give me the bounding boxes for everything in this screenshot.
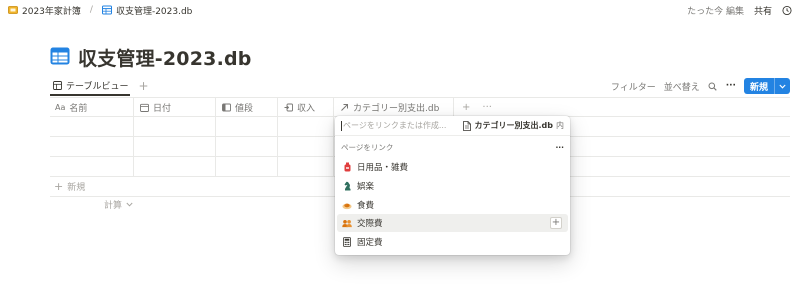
tab-table-view[interactable]: テーブルビュー <box>50 76 131 96</box>
name-cell[interactable] <box>50 117 134 136</box>
price-cell[interactable] <box>216 117 278 136</box>
text-cursor <box>341 120 342 131</box>
share-button[interactable]: 共有 <box>754 4 772 17</box>
column-header-label: 名前 <box>69 103 88 114</box>
column-header-price[interactable]: 値段 <box>216 98 278 116</box>
clock-icon[interactable] <box>782 5 792 15</box>
breadcrumb: 2023年家計簿 / 収支管理-2023.db <box>8 4 192 17</box>
price-cell[interactable] <box>216 137 278 156</box>
calculate-button[interactable]: 計算 <box>104 198 134 211</box>
ledger-book-icon <box>8 5 18 15</box>
property-more-button[interactable]: ··· <box>482 102 492 113</box>
link-page-popup: カテゴリー別支出.db 内 ページをリンク ··· 日用品・雑費 娯楽 食費 交… <box>335 116 570 255</box>
view-actions: フィルター 並べ替え ··· 新規 <box>611 76 790 96</box>
calculate-label: 計算 <box>104 201 123 211</box>
column-header-name[interactable]: Aa 名前 <box>50 98 134 116</box>
column-header-income[interactable]: 収入 <box>278 98 334 116</box>
link-item-daily-goods[interactable]: 日用品・雑費 <box>337 158 568 176</box>
link-section-header: ページをリンク ··· <box>341 142 564 153</box>
relation-arrow-icon <box>339 102 349 112</box>
add-view-button[interactable]: + <box>138 79 148 93</box>
income-cell[interactable] <box>278 137 334 156</box>
plus-icon: + <box>54 180 64 193</box>
breadcrumb-current[interactable]: 収支管理-2023.db <box>116 4 192 17</box>
link-item-label: 交際費 <box>357 219 383 229</box>
view-bar: テーブルビュー + フィルター 並べ替え ··· 新規 <box>50 76 790 96</box>
chevron-down-icon <box>124 200 134 210</box>
add-link-plus-button[interactable]: + <box>550 217 562 229</box>
breadcrumb-separator: / <box>89 5 93 15</box>
column-header-date[interactable]: 日付 <box>134 98 216 116</box>
page-title[interactable]: 収支管理-2023.db <box>78 44 252 71</box>
chess-knight-icon <box>342 181 352 191</box>
rollup-icon <box>221 102 231 112</box>
new-row-label: 新規 <box>67 183 86 193</box>
top-right-actions: たった今 編集 共有 <box>687 0 792 20</box>
table-icon <box>52 80 62 90</box>
link-item-label: 娯楽 <box>357 182 375 192</box>
date-cell[interactable] <box>134 117 216 136</box>
link-or-create-input[interactable] <box>343 121 461 130</box>
people-icon <box>342 218 352 228</box>
rollup-arrow-icon <box>283 102 293 112</box>
popup-search-bar: カテゴリー別支出.db 内 <box>335 116 570 136</box>
table-header-row: Aa 名前 日付 値段 収入 カテゴリー別支出.db + ··· <box>50 97 790 117</box>
target-suffix: 内 <box>556 121 564 130</box>
header-actions: + ··· <box>454 98 500 116</box>
red-bottle-icon <box>342 162 352 172</box>
top-bar: 2023年家計簿 / 収支管理-2023.db たった今 編集 共有 <box>0 0 800 20</box>
link-item-label: 固定費 <box>357 238 383 248</box>
add-property-button[interactable]: + <box>462 102 470 113</box>
target-database-name: カテゴリー別支出.db <box>474 121 554 130</box>
column-header-label: 日付 <box>153 103 172 114</box>
name-cell[interactable] <box>50 157 134 176</box>
link-item-social[interactable]: 交際費 + <box>337 214 568 232</box>
date-cell[interactable] <box>134 137 216 156</box>
column-header-label: カテゴリー別支出.db <box>353 103 440 114</box>
name-cell[interactable] <box>50 137 134 156</box>
link-item-fixed-costs[interactable]: 固定費 <box>337 233 568 251</box>
new-button-label: 新規 <box>749 82 768 93</box>
tab-table-view-label: テーブルビュー <box>66 81 129 92</box>
text-property-icon: Aa <box>55 102 66 112</box>
page-title-row: 収支管理-2023.db <box>50 44 252 71</box>
calculator-icon <box>342 237 352 247</box>
link-item-entertainment[interactable]: 娯楽 <box>337 177 568 195</box>
date-cell[interactable] <box>134 157 216 176</box>
food-plate-icon <box>342 200 352 210</box>
income-cell[interactable] <box>278 117 334 136</box>
breadcrumb-parent[interactable]: 2023年家計簿 <box>22 4 81 17</box>
search-icon[interactable] <box>708 81 718 91</box>
sort-button[interactable]: 並べ替え <box>664 80 700 93</box>
link-item-label: 食費 <box>357 201 375 211</box>
filter-button[interactable]: フィルター <box>611 80 656 93</box>
calendar-icon <box>139 102 149 112</box>
edited-status: たった今 編集 <box>687 6 744 17</box>
column-header-category-relation[interactable]: カテゴリー別支出.db <box>334 98 454 116</box>
target-database: カテゴリー別支出.db 内 <box>462 120 564 131</box>
page-icon <box>462 120 472 131</box>
link-item-label: 日用品・雑費 <box>357 163 409 173</box>
column-header-label: 収入 <box>297 103 316 114</box>
more-options-button[interactable]: ··· <box>726 81 736 91</box>
database-table-icon <box>50 47 70 68</box>
link-item-food[interactable]: 食費 <box>337 196 568 214</box>
database-table-icon <box>101 5 112 15</box>
link-section-label: ページをリンク <box>341 143 394 152</box>
new-button[interactable]: 新規 <box>743 78 790 94</box>
column-header-label: 値段 <box>235 103 254 114</box>
income-cell[interactable] <box>278 157 334 176</box>
price-cell[interactable] <box>216 157 278 176</box>
chevron-down-icon[interactable] <box>774 78 790 94</box>
section-more-button[interactable]: ··· <box>555 143 564 152</box>
